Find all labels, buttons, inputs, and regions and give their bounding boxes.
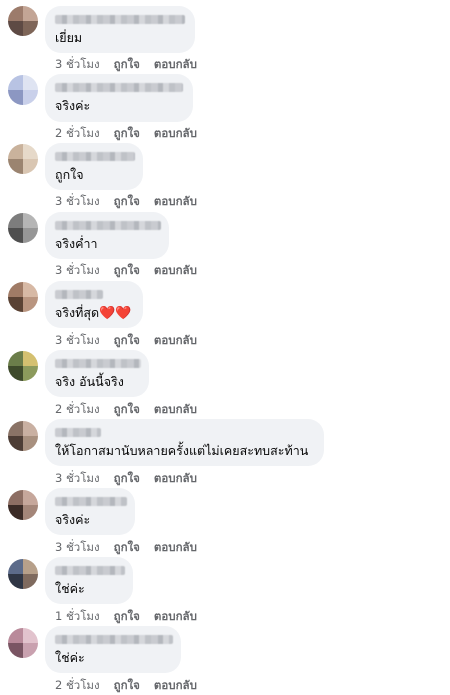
comment-text: จริงค่ำา bbox=[55, 236, 98, 251]
comment-timestamp[interactable]: 3 ชั่วโมง bbox=[55, 262, 100, 280]
like-button[interactable]: ถูกใจ bbox=[114, 539, 140, 557]
blurred-author-name[interactable] bbox=[55, 83, 183, 92]
comment-actions: 3 ชั่วโมง ถูกใจ ตอบกลับ bbox=[55, 56, 197, 74]
comment-text: ให้โอกาสมานับหลายครั้งแต่ไม่เคยสะทบสะท้า… bbox=[55, 443, 309, 458]
comment-timestamp[interactable]: 3 ชั่วโมง bbox=[55, 56, 100, 74]
blurred-author-name[interactable] bbox=[55, 152, 135, 161]
like-button[interactable]: ถูกใจ bbox=[114, 677, 140, 695]
avatar[interactable] bbox=[8, 144, 38, 174]
comment-text: ใช่ค่ะ bbox=[55, 650, 85, 665]
comment-timestamp[interactable]: 2 ชั่วโมง bbox=[55, 125, 100, 143]
avatar[interactable] bbox=[8, 6, 38, 36]
reply-button[interactable]: ตอบกลับ bbox=[154, 125, 197, 143]
comment-bubble: ใช่ค่ะ bbox=[45, 557, 133, 604]
like-button[interactable]: ถูกใจ bbox=[114, 332, 140, 350]
blurred-author-name[interactable] bbox=[55, 221, 161, 230]
comment-actions: 1 ชั่วโมง ถูกใจ ตอบกลับ bbox=[55, 608, 197, 626]
comment-bubble: ใช่ค่ะ bbox=[45, 626, 181, 673]
avatar[interactable] bbox=[8, 559, 38, 589]
like-button[interactable]: ถูกใจ bbox=[114, 262, 140, 280]
reply-button[interactable]: ตอบกลับ bbox=[154, 332, 197, 350]
comment-actions: 2 ชั่วโมง ถูกใจ ตอบกลับ bbox=[55, 401, 197, 419]
comment-bubble: จริงค่ะ bbox=[45, 74, 193, 122]
comment-actions: 2 ชั่วโมง ถูกใจ ตอบกลับ bbox=[55, 677, 197, 695]
blurred-author-name[interactable] bbox=[55, 566, 125, 575]
reply-button[interactable]: ตอบกลับ bbox=[154, 539, 197, 557]
comment-text: จริง อันนี้จริง bbox=[55, 374, 124, 389]
blurred-author-name[interactable] bbox=[55, 290, 103, 299]
comment-bubble: จริงที่สุด❤️❤️ bbox=[45, 281, 143, 328]
avatar[interactable] bbox=[8, 351, 38, 381]
comment-text-body: จริงที่สุด bbox=[55, 305, 100, 320]
blurred-author-name[interactable] bbox=[55, 359, 141, 368]
comment-actions: 2 ชั่วโมง ถูกใจ ตอบกลับ bbox=[55, 125, 197, 143]
comment-timestamp[interactable]: 3 ชั่วโมง bbox=[55, 332, 100, 350]
comment-timestamp[interactable]: 2 ชั่วโมง bbox=[55, 677, 100, 695]
comment-actions: 3 ชั่วโมง ถูกใจ ตอบกลับ bbox=[55, 262, 197, 280]
comment-text: ถูกใจ bbox=[55, 167, 84, 182]
comment-actions: 3 ชั่วโมง ถูกใจ ตอบกลับ bbox=[55, 470, 197, 488]
blurred-author-name[interactable] bbox=[55, 635, 173, 644]
comment-timestamp[interactable]: 2 ชั่วโมง bbox=[55, 401, 100, 419]
comment-timestamp[interactable]: 3 ชั่วโมง bbox=[55, 539, 100, 557]
reply-button[interactable]: ตอบกลับ bbox=[154, 401, 197, 419]
like-button[interactable]: ถูกใจ bbox=[114, 193, 140, 211]
reply-button[interactable]: ตอบกลับ bbox=[154, 56, 197, 74]
reply-button[interactable]: ตอบกลับ bbox=[154, 470, 197, 488]
comment-actions: 3 ชั่วโมง ถูกใจ ตอบกลับ bbox=[55, 332, 197, 350]
comment-bubble: จริง อันนี้จริง bbox=[45, 350, 149, 397]
avatar[interactable] bbox=[8, 213, 38, 243]
comment-bubble: เยี่ยม bbox=[45, 6, 195, 53]
avatar[interactable] bbox=[8, 282, 38, 312]
comment-text: เยี่ยม bbox=[55, 30, 83, 45]
comment-timestamp[interactable]: 3 ชั่วโมง bbox=[55, 193, 100, 211]
comment-text: จริงที่สุด❤️❤️ bbox=[55, 305, 133, 322]
comment-text: จริงค่ะ bbox=[55, 98, 91, 113]
comment-bubble: จริงค่ำา bbox=[45, 212, 169, 259]
comment-bubble: จริงค่ะ bbox=[45, 488, 135, 535]
comment-actions: 3 ชั่วโมง ถูกใจ ตอบกลับ bbox=[55, 539, 197, 557]
reply-button[interactable]: ตอบกลับ bbox=[154, 677, 197, 695]
blurred-author-name[interactable] bbox=[55, 15, 185, 24]
comment-timestamp[interactable]: 1 ชั่วโมง bbox=[55, 608, 100, 626]
reply-button[interactable]: ตอบกลับ bbox=[154, 608, 197, 626]
comment-timestamp[interactable]: 3 ชั่วโมง bbox=[55, 470, 100, 488]
reply-button[interactable]: ตอบกลับ bbox=[154, 262, 197, 280]
blurred-author-name[interactable] bbox=[55, 428, 101, 437]
reply-button[interactable]: ตอบกลับ bbox=[154, 193, 197, 211]
comment-text: จริงค่ะ bbox=[55, 512, 91, 527]
like-button[interactable]: ถูกใจ bbox=[114, 470, 140, 488]
avatar[interactable] bbox=[8, 490, 38, 520]
blurred-author-name[interactable] bbox=[55, 497, 127, 506]
heart-emoji-icon: ❤️❤️ bbox=[99, 306, 132, 321]
like-button[interactable]: ถูกใจ bbox=[114, 401, 140, 419]
like-button[interactable]: ถูกใจ bbox=[114, 125, 140, 143]
comment-bubble: ถูกใจ bbox=[45, 143, 143, 190]
like-button[interactable]: ถูกใจ bbox=[114, 56, 140, 74]
avatar[interactable] bbox=[8, 628, 38, 658]
avatar[interactable] bbox=[8, 75, 38, 105]
comment-bubble: ให้โอกาสมานับหลายครั้งแต่ไม่เคยสะทบสะท้า… bbox=[45, 419, 324, 466]
like-button[interactable]: ถูกใจ bbox=[114, 608, 140, 626]
comment-actions: 3 ชั่วโมง ถูกใจ ตอบกลับ bbox=[55, 193, 197, 211]
comment-text: ใช่ค่ะ bbox=[55, 581, 85, 596]
avatar[interactable] bbox=[8, 421, 38, 451]
